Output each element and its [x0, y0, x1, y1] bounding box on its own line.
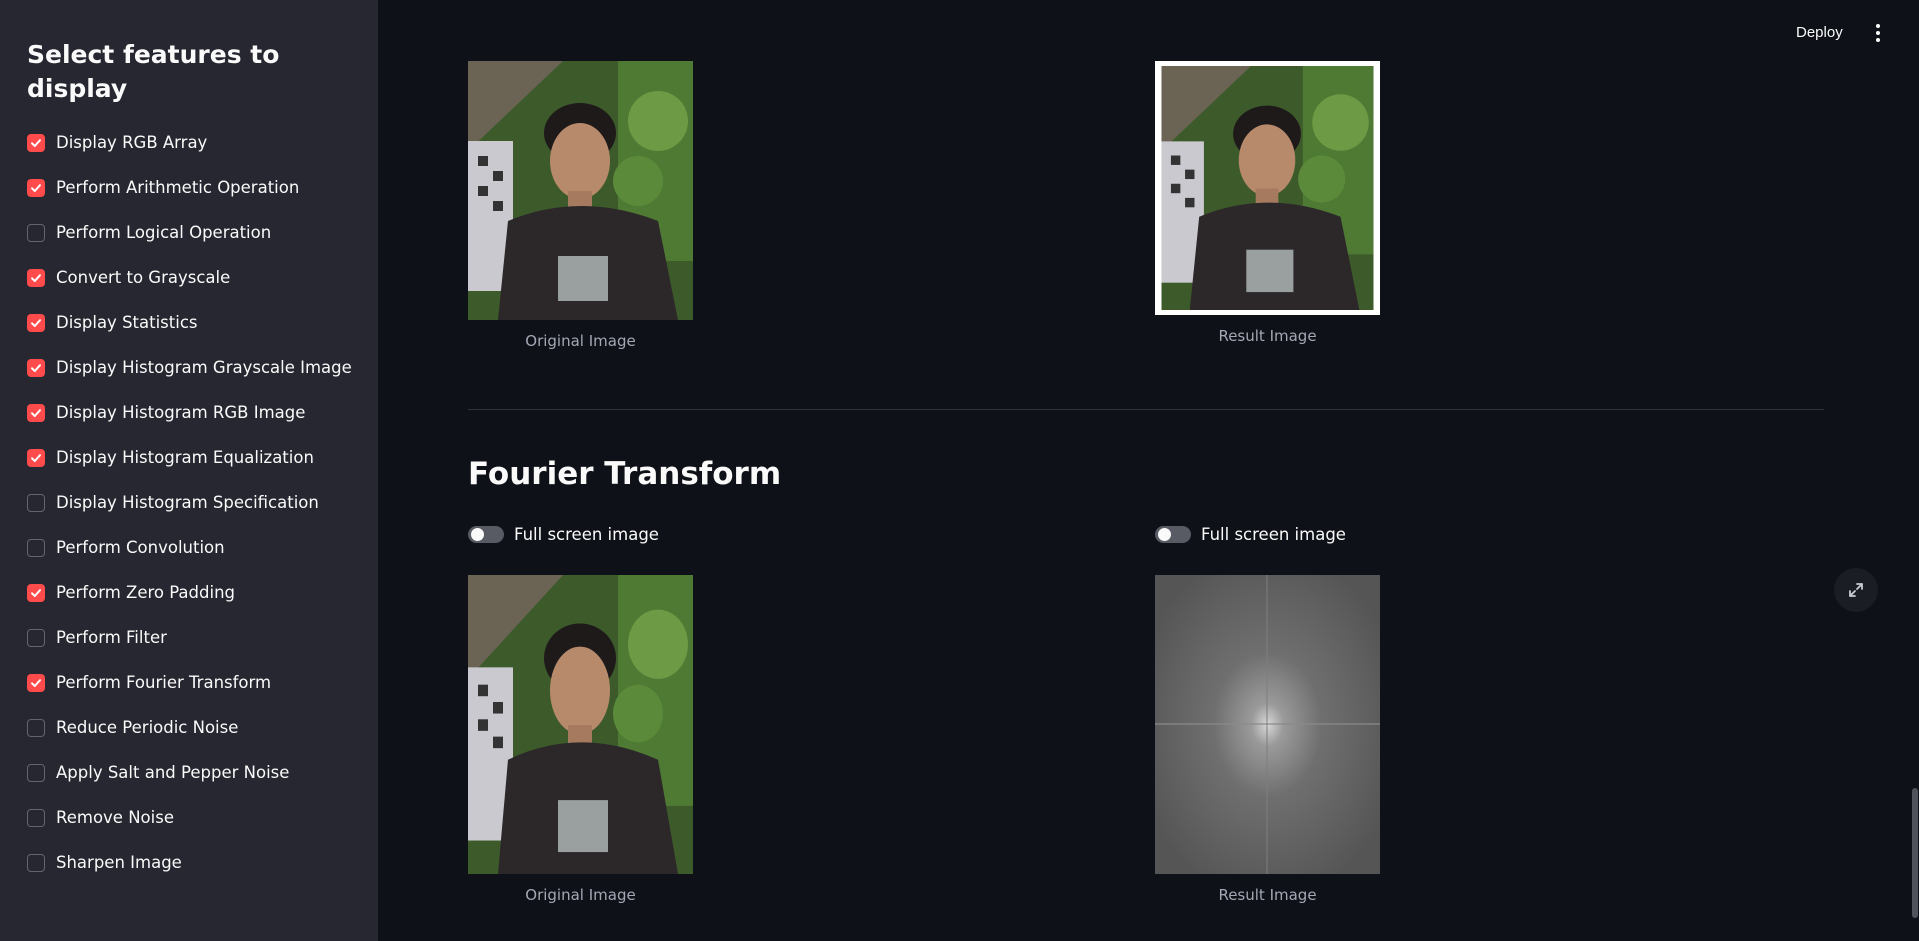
feature-label: Sharpen Image: [56, 853, 182, 872]
toggle-label: Full screen image: [514, 525, 659, 544]
check-icon: [31, 363, 41, 372]
check-icon: [31, 183, 41, 192]
checkbox[interactable]: [27, 583, 45, 602]
check-icon: [31, 273, 41, 282]
checkbox[interactable]: [27, 718, 45, 737]
checkbox[interactable]: [27, 178, 45, 197]
check-icon: [31, 588, 41, 597]
checkbox[interactable]: [27, 133, 45, 152]
feature-label: Convert to Grayscale: [56, 268, 231, 287]
feature-label: Display Statistics: [56, 313, 198, 332]
page-scrollbar[interactable]: [1912, 788, 1918, 918]
expand-arrows-icon: [1849, 583, 1863, 597]
zero-padding-result-image: [1155, 61, 1380, 315]
feature-label: Reduce Periodic Noise: [56, 718, 239, 737]
feature-checkbox-zero-padding[interactable]: Perform Zero Padding: [27, 570, 378, 615]
check-icon: [31, 318, 41, 327]
feature-checkbox-histogram-specification[interactable]: Display Histogram Specification: [27, 480, 378, 525]
feature-label: Apply Salt and Pepper Noise: [56, 763, 290, 782]
checkbox[interactable]: [27, 358, 45, 377]
padded-portrait-photo: [1161, 66, 1374, 310]
sidebar: Select features to display Display RGB A…: [0, 0, 378, 941]
checkbox[interactable]: [27, 628, 45, 647]
feature-label: Display Histogram RGB Image: [56, 403, 306, 422]
feature-checkbox-statistics[interactable]: Display Statistics: [27, 300, 378, 345]
feature-checkbox-grayscale[interactable]: Convert to Grayscale: [27, 255, 378, 300]
check-icon: [31, 678, 41, 687]
feature-checkbox-fourier-transform[interactable]: Perform Fourier Transform: [27, 660, 378, 705]
feature-label: Perform Logical Operation: [56, 223, 272, 242]
checkbox[interactable]: [27, 313, 45, 332]
zero-padding-original-image: [468, 61, 693, 320]
feature-checkbox-arithmetic-operation[interactable]: Perform Arithmetic Operation: [27, 165, 378, 210]
check-icon: [31, 138, 41, 147]
feature-checkbox-display-rgb-array[interactable]: Display RGB Array: [27, 120, 378, 165]
checkbox[interactable]: [27, 223, 45, 242]
checkbox[interactable]: [27, 808, 45, 827]
deploy-button[interactable]: Deploy: [1790, 20, 1849, 46]
feature-label: Perform Arithmetic Operation: [56, 178, 300, 197]
feature-checkbox-salt-pepper[interactable]: Apply Salt and Pepper Noise: [27, 750, 378, 795]
check-icon: [31, 453, 41, 462]
feature-checkbox-remove-noise[interactable]: Remove Noise: [27, 795, 378, 840]
section-divider: [468, 409, 1824, 410]
feature-label: Perform Zero Padding: [56, 583, 236, 602]
fourier-section-title: Fourier Transform: [468, 456, 782, 492]
feature-checkbox-filter[interactable]: Perform Filter: [27, 615, 378, 660]
checkbox[interactable]: [27, 403, 45, 422]
fourier-original-image: [468, 575, 693, 874]
zero-padding-result-caption: Result Image: [1218, 327, 1317, 345]
feature-label: Display Histogram Grayscale Image: [56, 358, 352, 377]
feature-checkbox-sharpen[interactable]: Sharpen Image: [27, 840, 378, 885]
checkbox[interactable]: [27, 853, 45, 872]
sidebar-title: Select features to display: [27, 40, 280, 103]
checkbox[interactable]: [27, 538, 45, 557]
checkbox[interactable]: [27, 493, 45, 512]
check-icon: [31, 408, 41, 417]
feature-label: Perform Convolution: [56, 538, 225, 557]
checkbox[interactable]: [27, 673, 45, 692]
feature-label: Display RGB Array: [56, 133, 208, 152]
feature-label: Display Histogram Equalization: [56, 448, 314, 467]
feature-checkbox-logical-operation[interactable]: Perform Logical Operation: [27, 210, 378, 255]
feature-label: Perform Filter: [56, 628, 167, 647]
feature-checkbox-histogram-grayscale[interactable]: Display Histogram Grayscale Image: [27, 345, 378, 390]
fullscreen-toggle-right[interactable]: Full screen image: [1155, 525, 1346, 544]
vertical-dots-icon[interactable]: [1870, 22, 1886, 44]
app: Select features to display Display RGB A…: [0, 0, 1919, 941]
toggle-knob: [471, 528, 484, 541]
portrait-photo: [468, 61, 693, 320]
zero-padding-original-caption: Original Image: [525, 332, 636, 350]
fourier-result-caption: Result Image: [1218, 886, 1317, 904]
toggle-knob: [1158, 528, 1171, 541]
fullscreen-toggle-left[interactable]: Full screen image: [468, 525, 659, 544]
fourier-original-caption: Original Image: [525, 886, 636, 904]
toggle-switch[interactable]: [1155, 526, 1191, 543]
feature-checkbox-periodic-noise[interactable]: Reduce Periodic Noise: [27, 705, 378, 750]
checkbox[interactable]: [27, 448, 45, 467]
portrait-photo: [468, 575, 693, 874]
checkbox[interactable]: [27, 763, 45, 782]
feature-checkbox-convolution[interactable]: Perform Convolution: [27, 525, 378, 570]
magnitude-spectrum: [1155, 575, 1380, 874]
expand-image-button[interactable]: [1834, 568, 1878, 612]
feature-checkbox-histogram-rgb[interactable]: Display Histogram RGB Image: [27, 390, 378, 435]
checkbox[interactable]: [27, 268, 45, 287]
feature-label: Perform Fourier Transform: [56, 673, 272, 692]
toggle-switch[interactable]: [468, 526, 504, 543]
feature-label: Display Histogram Specification: [56, 493, 319, 512]
feature-checkbox-histogram-equalization[interactable]: Display Histogram Equalization: [27, 435, 378, 480]
feature-label: Remove Noise: [56, 808, 174, 827]
toggle-label: Full screen image: [1201, 525, 1346, 544]
feature-list: Display RGB Array Perform Arithmetic Ope…: [27, 120, 378, 885]
fourier-result-image: [1155, 575, 1380, 874]
